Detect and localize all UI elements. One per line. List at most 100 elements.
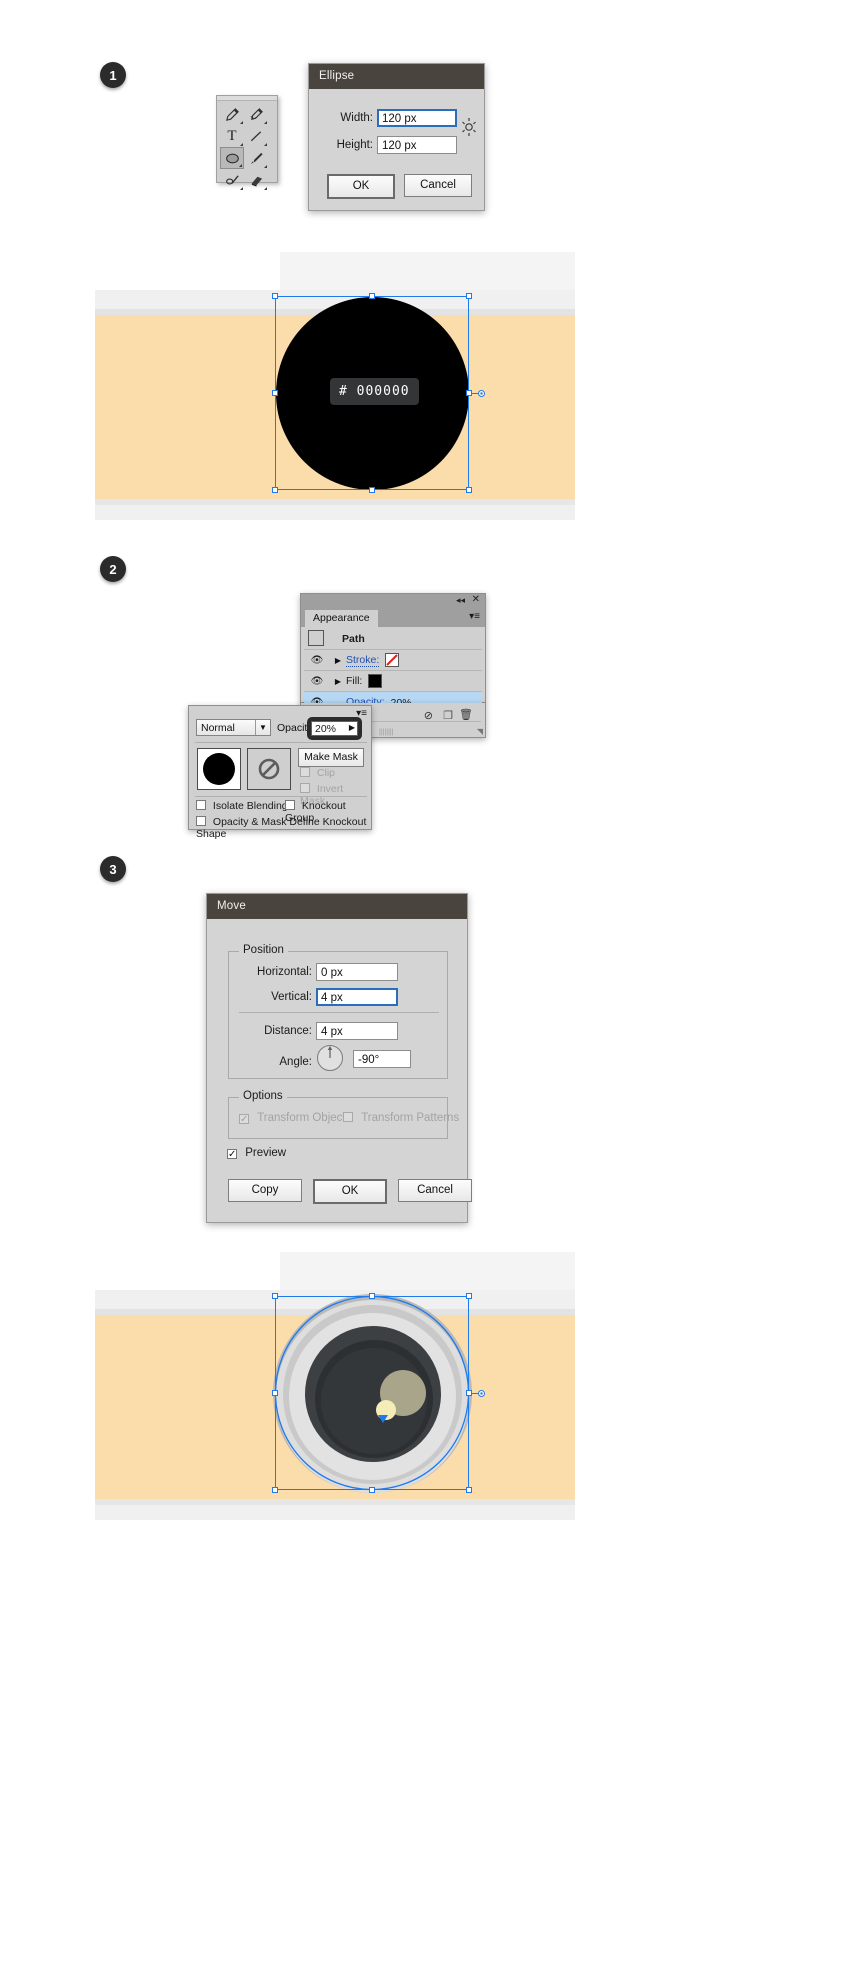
appearance-row-stroke[interactable]: 👁 ▶ Stroke: [304, 650, 482, 671]
panel-scroll-grip[interactable]: |||||||| [379, 729, 394, 736]
selection-handle-bl[interactable] [272, 487, 278, 493]
tool-flyout-corner[interactable] [264, 187, 267, 190]
delete-item-icon[interactable]: 🗑 [459, 708, 473, 721]
transform-objects-row[interactable]: Transform Objects [239, 1112, 351, 1124]
line-segment-tool[interactable] [244, 125, 268, 147]
appearance-object-row[interactable]: Path [304, 629, 482, 650]
pencil-tool[interactable] [220, 169, 244, 191]
selection-handle-tl[interactable] [272, 293, 278, 299]
close-icon[interactable]: ✕ [472, 594, 480, 605]
constrain-proportions-icon[interactable] [461, 117, 477, 142]
stroke-none-swatch[interactable] [385, 653, 400, 667]
ellipse-dialog[interactable]: Ellipse Width: 120 px Height: 120 px OK … [308, 63, 485, 211]
collapse-icon[interactable]: ◂◂ [456, 595, 465, 606]
mask-none-thumbnail[interactable] [247, 748, 291, 790]
opacity-stepper-arrow[interactable]: ▶ [349, 723, 355, 732]
selection-handle-tr[interactable] [466, 293, 472, 299]
pencil-tool-icon [225, 174, 239, 184]
clear-appearance-icon[interactable]: ⊘ [424, 709, 433, 722]
clip-checkbox-row[interactable]: Clip [300, 767, 335, 779]
expand-triangle-icon[interactable]: ▶ [330, 656, 346, 665]
selection-handle-br[interactable] [466, 487, 472, 493]
appearance-row-fill[interactable]: 👁 ▶ Fill: [304, 671, 482, 692]
divider [195, 742, 367, 743]
eraser-tool[interactable] [244, 169, 268, 191]
horizontal-input[interactable]: 0 px [316, 963, 398, 981]
tool-flyout-corner[interactable] [264, 165, 267, 168]
vertical-label: Vertical: [271, 991, 312, 1003]
panel-resize-grip[interactable]: ◥ [477, 727, 483, 736]
appearance-panel[interactable]: ◂◂ ✕ Appearance ▾≡ Path 👁 ▶ Stroke: 👁 ▶ … [300, 593, 486, 713]
clip-checkbox[interactable] [300, 767, 310, 777]
tool-flyout-corner[interactable] [264, 143, 267, 146]
selection-handle-bl[interactable] [272, 1487, 278, 1493]
tool-flyout-corner[interactable] [240, 143, 243, 146]
camera-bottom-seam [95, 1499, 575, 1505]
fill-label: Fill: [346, 675, 363, 687]
angle-dial[interactable] [316, 1044, 344, 1077]
ellipse-tool[interactable] [220, 147, 244, 169]
selection-handle-ml[interactable] [272, 1390, 278, 1396]
tab-appearance[interactable]: Appearance [305, 610, 378, 627]
move-ok-button[interactable]: OK [313, 1179, 387, 1204]
transform-patterns-checkbox[interactable] [343, 1112, 353, 1122]
move-cancel-button[interactable]: Cancel [398, 1179, 472, 1202]
selection-handle-tr[interactable] [466, 1293, 472, 1299]
tool-flyout-corner[interactable] [239, 164, 242, 167]
opacity-input[interactable]: 20% ▶ [311, 721, 358, 736]
expand-triangle-icon[interactable]: ▶ [330, 677, 346, 686]
pen-tool[interactable] [220, 103, 244, 125]
selection-handle-br[interactable] [466, 1487, 472, 1493]
transparency-panel[interactable]: ▾≡ Normal ▼ Opacity: 20% ▶ Make Mask Cli… [188, 705, 372, 840]
object-thumbnail[interactable] [197, 748, 241, 790]
step-badge-1: 1 [100, 62, 126, 88]
stroke-label[interactable]: Stroke: [346, 654, 380, 667]
chevron-down-icon[interactable]: ▼ [255, 720, 270, 735]
isolate-blending-row[interactable]: Isolate Blending [196, 800, 288, 812]
object-thumbnail [308, 630, 324, 646]
tool-flyout-corner[interactable] [240, 121, 243, 124]
hex-color-chip: # 000000 [330, 378, 419, 405]
transform-patterns-row[interactable]: Transform Patterns [343, 1112, 459, 1124]
blend-mode-select[interactable]: Normal ▼ [196, 719, 271, 736]
opacity-mask-knockout-label: Opacity & Mask Define Knockout Shape [196, 816, 367, 840]
preview-row[interactable]: Preview [227, 1147, 286, 1159]
invert-mask-checkbox[interactable] [300, 783, 310, 793]
opacity-mask-knockout-row[interactable]: Opacity & Mask Define Knockout Shape [196, 816, 371, 840]
tool-flyout-corner[interactable] [240, 187, 243, 190]
visibility-eye-icon[interactable]: 👁 [304, 655, 330, 666]
fill-black-swatch[interactable] [368, 674, 383, 688]
type-tool[interactable]: T [220, 125, 244, 147]
selection-handle-bc[interactable] [369, 487, 375, 493]
selection-handle-tc[interactable] [369, 293, 375, 299]
transform-patterns-label: Transform Patterns [361, 1112, 460, 1124]
selection-handle-bc[interactable] [369, 1487, 375, 1493]
selection-handle-tc[interactable] [369, 1293, 375, 1299]
move-dialog[interactable]: Move Position Horizontal: 0 px Vertical:… [206, 893, 472, 1223]
panel-menu-icon[interactable]: ▾≡ [469, 611, 480, 622]
opacity-input-highlight[interactable]: 20% ▶ [307, 717, 362, 740]
transform-objects-checkbox[interactable] [239, 1114, 249, 1124]
tools-palette[interactable]: T [216, 95, 278, 190]
distance-input[interactable]: 4 px [316, 1022, 398, 1040]
paintbrush-tool[interactable] [244, 147, 268, 169]
add-anchor-point-tool[interactable] [244, 103, 268, 125]
move-copy-button[interactable]: Copy [228, 1179, 302, 1202]
selection-handle-ml[interactable] [272, 390, 278, 396]
isolate-blending-checkbox[interactable] [196, 800, 206, 810]
move-dialog-title: Move [207, 894, 467, 919]
vertical-input[interactable]: 4 px [316, 988, 398, 1006]
height-input[interactable]: 120 px [377, 136, 457, 154]
tool-flyout-corner[interactable] [264, 121, 267, 124]
width-input[interactable]: 120 px [377, 109, 457, 127]
ellipse-cancel-button[interactable]: Cancel [404, 174, 472, 197]
ellipse-ok-button[interactable]: OK [327, 174, 395, 199]
visibility-eye-icon[interactable]: 👁 [304, 676, 330, 687]
duplicate-item-icon[interactable]: ❐ [443, 709, 453, 722]
preview-checkbox[interactable] [227, 1149, 237, 1159]
angle-input[interactable]: -90° [353, 1050, 411, 1068]
selection-handle-tl[interactable] [272, 1293, 278, 1299]
opacity-mask-knockout-checkbox[interactable] [196, 816, 206, 826]
knockout-group-checkbox[interactable] [285, 800, 295, 810]
make-mask-button[interactable]: Make Mask [298, 748, 364, 767]
